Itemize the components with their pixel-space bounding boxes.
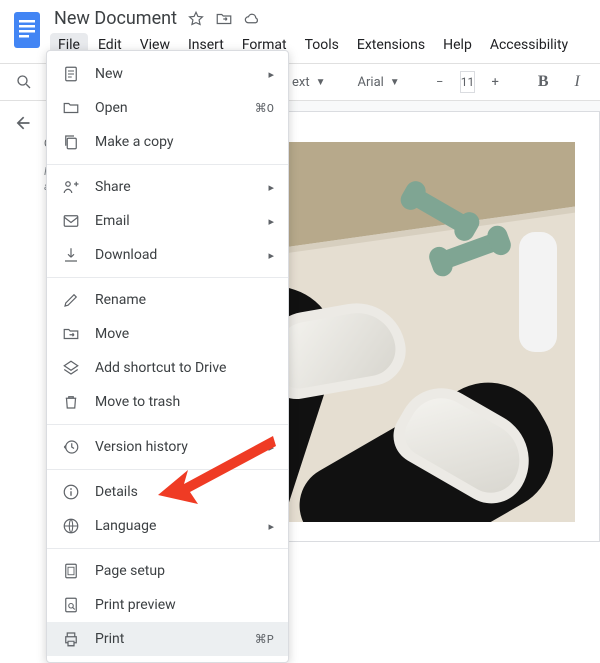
menu-item-label: Rename (95, 292, 274, 308)
file-menu-new[interactable]: New▸ (47, 57, 288, 91)
menu-help[interactable]: Help (435, 33, 480, 57)
file-menu-add-shortcut-to-drive[interactable]: Add shortcut to Drive (47, 351, 288, 385)
menu-item-label: Move to trash (95, 394, 274, 410)
submenu-arrow-icon: ▸ (268, 441, 274, 454)
download-icon (61, 245, 81, 265)
move-to-folder-icon[interactable] (215, 10, 233, 28)
print-icon (61, 629, 81, 649)
file-menu-version-history[interactable]: Version history▸ (47, 430, 288, 464)
file-menu-page-setup[interactable]: Page setup (47, 554, 288, 588)
submenu-arrow-icon: ▸ (268, 215, 274, 228)
file-menu-print[interactable]: Print⌘P (47, 622, 288, 656)
trash-icon (61, 392, 81, 412)
menu-item-label: Open (95, 100, 255, 116)
menu-item-label: Language (95, 518, 268, 534)
menu-item-label: Page setup (95, 563, 274, 579)
menu-item-label: Details (95, 484, 274, 500)
menu-item-label: Print preview (95, 597, 274, 613)
file-menu-make-a-copy[interactable]: Make a copy (47, 125, 288, 159)
new-icon (61, 64, 81, 84)
copy-icon (61, 132, 81, 152)
preview-icon (61, 595, 81, 615)
menu-item-label: Make a copy (95, 134, 274, 150)
menu-item-shortcut: ⌘O (255, 101, 274, 116)
file-menu-print-preview[interactable]: Print preview (47, 588, 288, 622)
file-menu-rename[interactable]: Rename (47, 283, 288, 317)
back-icon[interactable] (12, 113, 32, 133)
font-family-select[interactable]: Arial▼ (352, 75, 406, 90)
menu-item-label: Download (95, 247, 268, 263)
menu-item-label: Move (95, 326, 274, 342)
rename-icon (61, 290, 81, 310)
submenu-arrow-icon: ▸ (268, 249, 274, 262)
file-menu-email[interactable]: Email▸ (47, 204, 288, 238)
doc-title[interactable]: New Document (54, 8, 177, 29)
increase-font-size-button[interactable]: + (481, 68, 509, 96)
share-icon (61, 177, 81, 197)
italic-button[interactable]: I (563, 68, 591, 96)
menu-tools[interactable]: Tools (297, 33, 347, 57)
star-icon[interactable] (187, 10, 205, 28)
bold-button[interactable]: B (529, 68, 557, 96)
file-menu-download[interactable]: Download▸ (47, 238, 288, 272)
details-icon (61, 482, 81, 502)
menu-item-label: Print (95, 631, 255, 647)
menu-accessibility[interactable]: Accessibility (482, 33, 576, 57)
menu-item-label: Version history (95, 439, 268, 455)
menu-item-shortcut: ⌘P (255, 632, 274, 647)
cloud-status-icon[interactable] (243, 10, 261, 28)
paragraph-style-select[interactable]: ext▼ (286, 75, 332, 90)
font-size-input[interactable]: 11 (460, 71, 476, 93)
menu-item-label: Share (95, 179, 268, 195)
submenu-arrow-icon: ▸ (268, 68, 274, 81)
file-menu-language[interactable]: Language▸ (47, 509, 288, 543)
history-icon (61, 437, 81, 457)
pagesetup-icon (61, 561, 81, 581)
language-icon (61, 516, 81, 536)
shortcut-icon (61, 358, 81, 378)
menu-item-label: New (95, 66, 268, 82)
submenu-arrow-icon: ▸ (268, 520, 274, 533)
file-menu-details[interactable]: Details (47, 475, 288, 509)
file-menu-share[interactable]: Share▸ (47, 170, 288, 204)
file-menu-move-to-trash[interactable]: Move to trash (47, 385, 288, 419)
menu-item-label: Add shortcut to Drive (95, 360, 274, 376)
file-menu-move[interactable]: Move (47, 317, 288, 351)
move-icon (61, 324, 81, 344)
search-icon[interactable] (10, 68, 38, 96)
docs-app-icon[interactable] (10, 8, 44, 52)
submenu-arrow-icon: ▸ (268, 181, 274, 194)
decrease-font-size-button[interactable]: − (426, 68, 454, 96)
open-icon (61, 98, 81, 118)
menu-item-label: Email (95, 213, 268, 229)
file-menu-dropdown: New▸Open⌘OMake a copyShare▸Email▸Downloa… (46, 50, 289, 663)
menu-extensions[interactable]: Extensions (349, 33, 433, 57)
file-menu-open[interactable]: Open⌘O (47, 91, 288, 125)
email-icon (61, 211, 81, 231)
